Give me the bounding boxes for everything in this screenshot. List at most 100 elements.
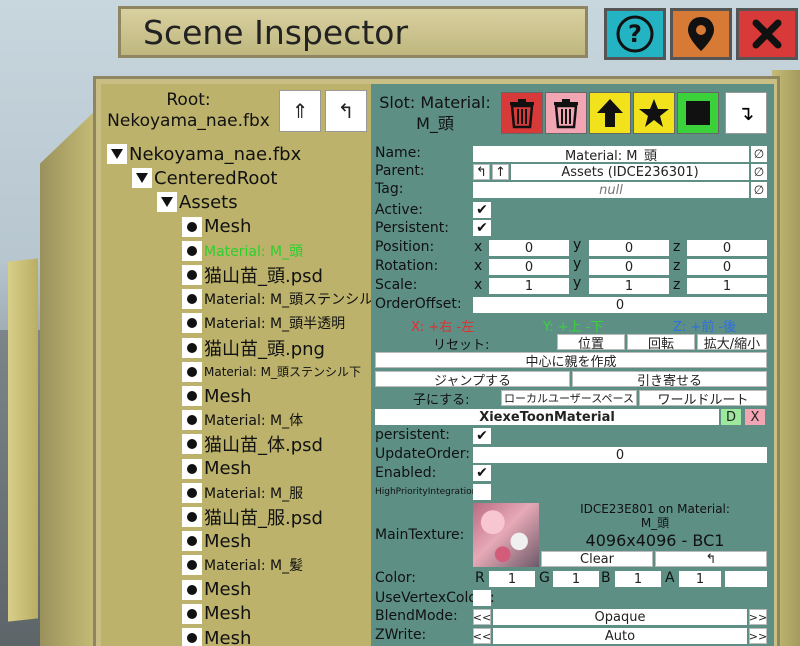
color-g-field[interactable]: 1 (553, 571, 599, 587)
zwrite-prev-button[interactable]: << (473, 628, 491, 644)
enabled-checkbox[interactable]: ✔ (473, 465, 491, 481)
texture-clear-button[interactable]: Clear (541, 551, 653, 567)
comp-persistent-checkbox[interactable]: ✔ (473, 428, 491, 444)
component-duplicate-button[interactable]: D (721, 409, 741, 425)
tree-item[interactable]: Mesh (182, 626, 251, 646)
tree-item[interactable]: Mesh (182, 578, 251, 602)
position-y-field[interactable]: 0 (589, 240, 669, 256)
bullet-icon[interactable] (182, 337, 202, 358)
position-z-field[interactable]: 0 (687, 240, 767, 256)
blend-mode-next-button[interactable]: >> (749, 609, 767, 625)
tag-null-button[interactable]: ∅ (751, 182, 767, 198)
expand-triangle-icon[interactable] (107, 144, 127, 164)
tree-item[interactable]: Material: M_頭 (182, 239, 303, 263)
bullet-icon[interactable] (182, 507, 202, 527)
parent-set-button[interactable]: ↰ (473, 164, 490, 180)
tree-item[interactable]: Mesh (182, 457, 251, 481)
tree-item[interactable]: Mesh (182, 602, 251, 626)
scale-z-field[interactable]: 1 (687, 278, 767, 294)
destroy-button[interactable] (501, 92, 543, 134)
root-set-button[interactable]: ↰ (325, 90, 367, 132)
blend-mode-prev-button[interactable]: << (473, 609, 491, 625)
name-null-button[interactable]: ∅ (751, 146, 767, 162)
tag-field[interactable]: null (473, 182, 749, 198)
bullet-icon[interactable] (182, 531, 202, 552)
bullet-icon[interactable] (182, 313, 202, 334)
tree-item[interactable]: Mesh (182, 529, 251, 553)
tree-item[interactable]: Material: M_頭ステンシル下 (182, 360, 361, 384)
tree-item[interactable]: 猫山苗_頭.png (182, 336, 325, 360)
update-order-field[interactable]: 0 (473, 447, 767, 463)
persistent-checkbox[interactable]: ✔ (473, 220, 491, 236)
use-vertex-colors-checkbox[interactable] (473, 590, 491, 606)
tree-node-expanded[interactable]: CenteredRoot (132, 166, 277, 190)
tree-item[interactable]: Material: M_頭半透明 (182, 311, 345, 335)
bullet-icon[interactable] (182, 410, 202, 431)
tree-item[interactable]: Material: M_服 (182, 481, 303, 505)
bullet-icon[interactable] (182, 289, 202, 310)
active-checkbox[interactable]: ✔ (473, 202, 491, 218)
parent-null-button[interactable]: ∅ (751, 164, 767, 180)
blend-mode-field[interactable]: Opaque (493, 609, 747, 625)
reset-rotation-button[interactable]: 回転 (627, 334, 695, 352)
bullet-icon[interactable] (182, 603, 202, 624)
tree-item[interactable]: Mesh (182, 215, 251, 239)
color-a-field[interactable]: 1 (679, 571, 721, 587)
bullet-icon[interactable] (182, 579, 202, 600)
create-parent-button[interactable]: 中心に親を作成 (375, 352, 767, 370)
help-button[interactable]: ? (604, 8, 666, 60)
select-parent-button[interactable] (589, 92, 631, 134)
favorite-button[interactable] (633, 92, 675, 134)
tree-node-expanded[interactable]: Nekoyama_nae.fbx (107, 142, 301, 166)
tree-item[interactable]: Material: M_頭ステンシル (182, 287, 371, 311)
parent-up-button[interactable]: ↑ (492, 164, 509, 180)
tree-item[interactable]: 猫山苗_服.psd (182, 505, 323, 529)
jump-button[interactable]: ジャンプする (375, 371, 570, 389)
world-root-button[interactable]: ワールドルート (639, 390, 767, 408)
hierarchy-pane[interactable]: Root: Nekoyama_nae.fbx ⇑ ↰ Nekoyama_nae.… (101, 84, 371, 646)
name-field[interactable]: Material: M_頭 (473, 146, 749, 162)
reset-scale-button[interactable]: 拡大/縮小 (697, 334, 767, 352)
tree-item[interactable]: Mesh (182, 384, 251, 408)
bullet-icon[interactable] (182, 628, 202, 646)
component-name[interactable]: XiexeToonMaterial (375, 409, 719, 425)
rotation-x-field[interactable]: 0 (489, 259, 569, 275)
reset-position-button[interactable]: 位置 (557, 334, 625, 352)
bullet-icon[interactable] (182, 265, 202, 285)
color-b-field[interactable]: 1 (615, 571, 661, 587)
order-offset-field[interactable]: 0 (473, 297, 767, 313)
local-user-space-button[interactable]: ローカルユーザースペース (501, 390, 637, 406)
bullet-icon[interactable] (182, 386, 202, 406)
color-swatch[interactable] (725, 571, 767, 587)
bullet-icon[interactable] (182, 361, 202, 382)
pull-button[interactable]: 引き寄せる (572, 371, 767, 389)
location-button[interactable] (670, 8, 732, 60)
expand-triangle-icon[interactable] (157, 192, 177, 213)
bullet-icon[interactable] (182, 482, 202, 503)
tree-item[interactable]: Material: M_体 (182, 408, 303, 432)
parent-field[interactable]: Assets (IDCE236301) (511, 164, 749, 180)
slot-jump-button[interactable]: ↴ (725, 92, 767, 134)
high-priority-checkbox[interactable] (473, 484, 491, 500)
component-remove-button[interactable]: X (745, 409, 765, 425)
title-bar[interactable]: Scene Inspector (118, 6, 588, 58)
position-x-field[interactable]: 0 (489, 240, 569, 256)
rotation-y-field[interactable]: 0 (589, 259, 669, 275)
expand-triangle-icon[interactable] (132, 168, 152, 189)
tree-node-expanded[interactable]: Assets (157, 190, 238, 214)
scale-x-field[interactable]: 1 (489, 278, 569, 294)
zwrite-next-button[interactable]: >> (749, 628, 767, 644)
tree-item[interactable]: Material: M_髪 (182, 553, 303, 577)
close-button[interactable] (736, 8, 798, 60)
inspector-pane[interactable]: Slot: Material: M_頭 ↴ Name: Material: M_… (371, 84, 774, 646)
bullet-icon[interactable] (182, 458, 202, 479)
bullet-icon[interactable] (182, 216, 202, 237)
root-up-button[interactable]: ⇑ (279, 90, 321, 132)
texture-open-button[interactable]: ↰ (655, 551, 767, 567)
bullet-icon[interactable] (182, 434, 202, 455)
rotation-z-field[interactable]: 0 (687, 259, 767, 275)
destroy-preserve-button[interactable] (545, 92, 587, 134)
tree-item[interactable]: 猫山苗_体.psd (182, 432, 323, 456)
bullet-icon[interactable] (182, 555, 202, 576)
zwrite-field[interactable]: Auto (493, 628, 747, 644)
